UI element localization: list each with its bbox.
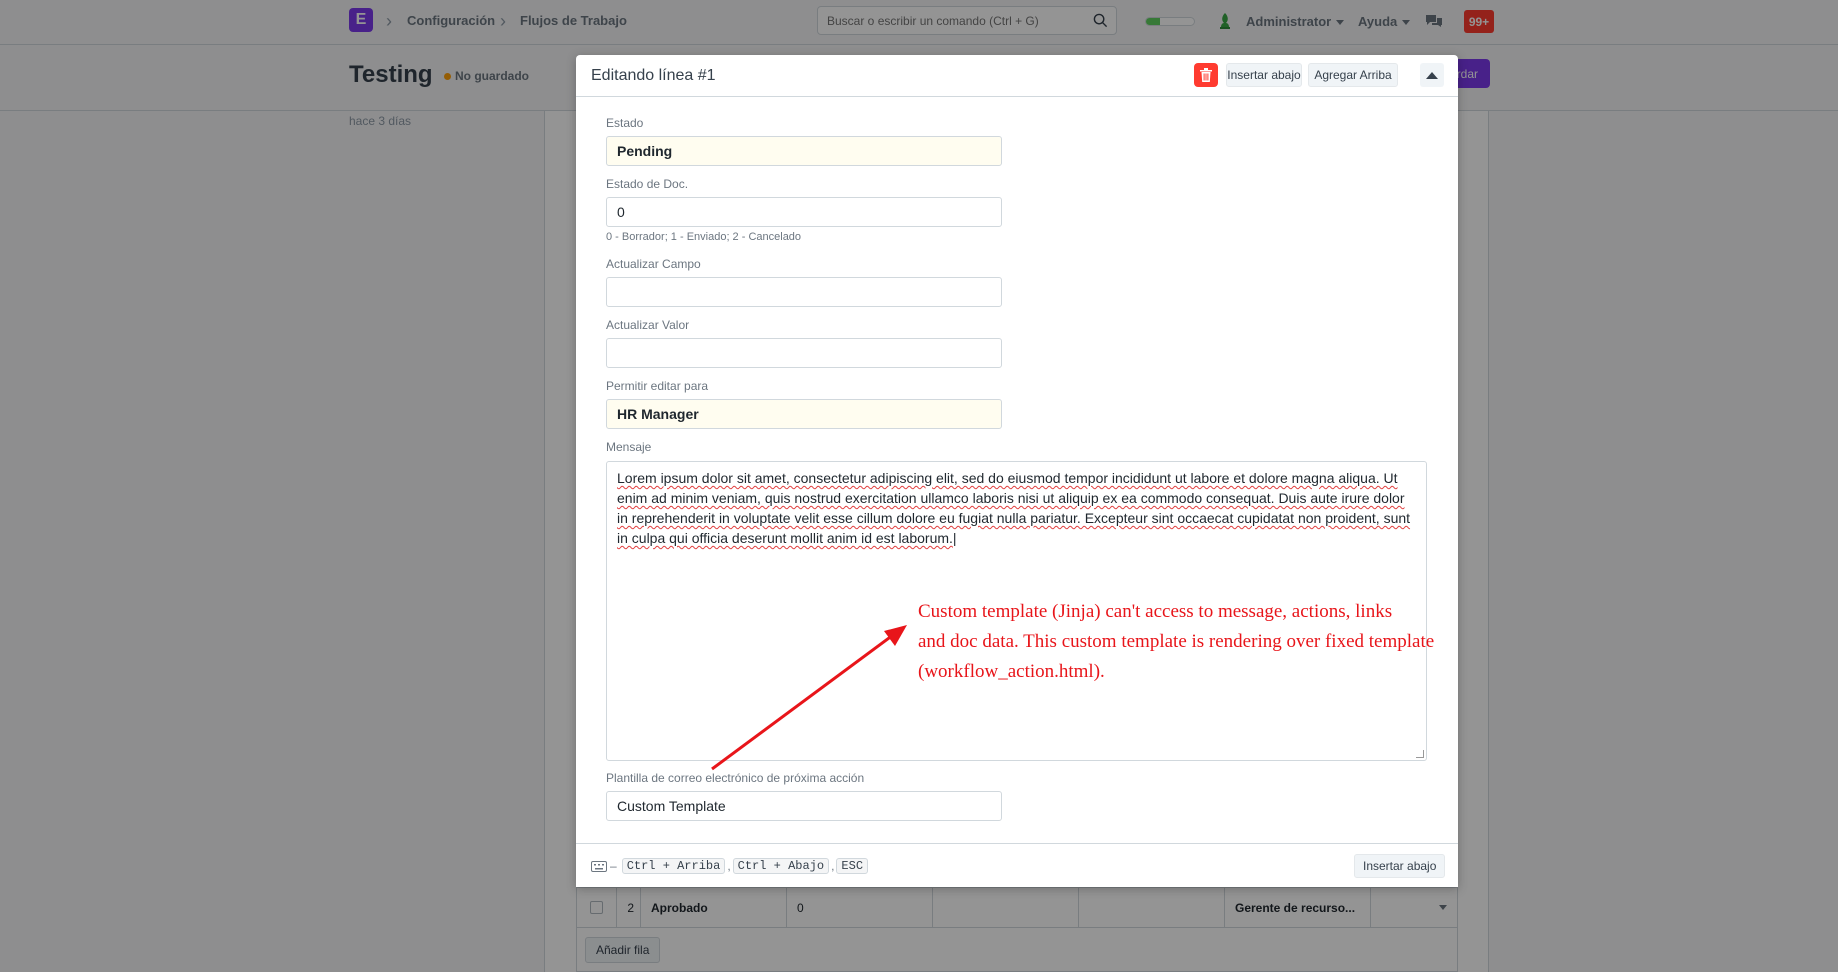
chevron-up-icon <box>1426 71 1438 79</box>
state-label: Estado <box>606 116 644 130</box>
allow-edit-label: Permitir editar para <box>606 379 709 393</box>
shortcut-ctrl-down: Ctrl + Abajo <box>732 858 830 874</box>
update-field-label: Actualizar Campo <box>606 257 701 271</box>
modal-header: Editando línea #1 Insertar abajo Agregar… <box>576 55 1458 97</box>
next-action-template-field[interactable]: Custom Template <box>606 791 1002 821</box>
modal-title: Editando línea #1 <box>591 67 716 84</box>
edit-row-modal: Editando línea #1 Insertar abajo Agregar… <box>576 55 1458 887</box>
annotation-line-2: and doc data. This custom template is re… <box>918 631 1435 652</box>
insert-above-button[interactable]: Agregar Arriba <box>1308 63 1398 87</box>
doc-status-description: 0 - Borrador; 1 - Enviado; 2 - Cancelado <box>606 231 802 243</box>
trash-icon <box>1200 68 1212 82</box>
resize-handle[interactable] <box>1416 750 1424 758</box>
shortcut-ctrl-up: Ctrl + Arriba <box>621 858 726 874</box>
keyboard-shortcuts: – Ctrl + Arriba, Ctrl + Abajo, ESC <box>591 858 870 874</box>
text-cursor: | <box>952 530 957 546</box>
collapse-button[interactable] <box>1420 63 1444 87</box>
footer-insert-below-button[interactable]: Insertar abajo <box>1354 854 1446 878</box>
keyboard-icon <box>591 860 607 872</box>
doc-status-label: Estado de Doc. <box>606 177 689 191</box>
modal-footer: – Ctrl + Arriba, Ctrl + Abajo, ESC Inser… <box>576 843 1458 887</box>
annotation-text: Custom template (Jinja) can't access to … <box>918 597 1478 687</box>
state-field[interactable]: Pending <box>606 136 1002 166</box>
annotation-line-1: Custom template (Jinja) can't access to … <box>918 601 1393 622</box>
next-action-template-label: Plantilla de correo electrónico de próxi… <box>606 771 865 785</box>
dash-separator: – <box>610 859 617 873</box>
delete-row-button[interactable] <box>1194 63 1218 87</box>
update-field-input[interactable] <box>606 277 1002 307</box>
doc-status-field[interactable]: 0 <box>606 197 1002 227</box>
allow-edit-field[interactable]: HR Manager <box>606 399 1002 429</box>
annotation-line-3: (workflow_action.html). <box>918 661 1105 682</box>
update-value-input[interactable] <box>606 338 1002 368</box>
message-text: Lorem ipsum dolor sit amet, consectetur … <box>617 470 1411 546</box>
insert-below-button[interactable]: Insertar abajo <box>1226 63 1302 87</box>
message-label: Mensaje <box>606 440 652 454</box>
update-value-label: Actualizar Valor <box>606 318 690 332</box>
shortcut-esc: ESC <box>836 858 869 874</box>
